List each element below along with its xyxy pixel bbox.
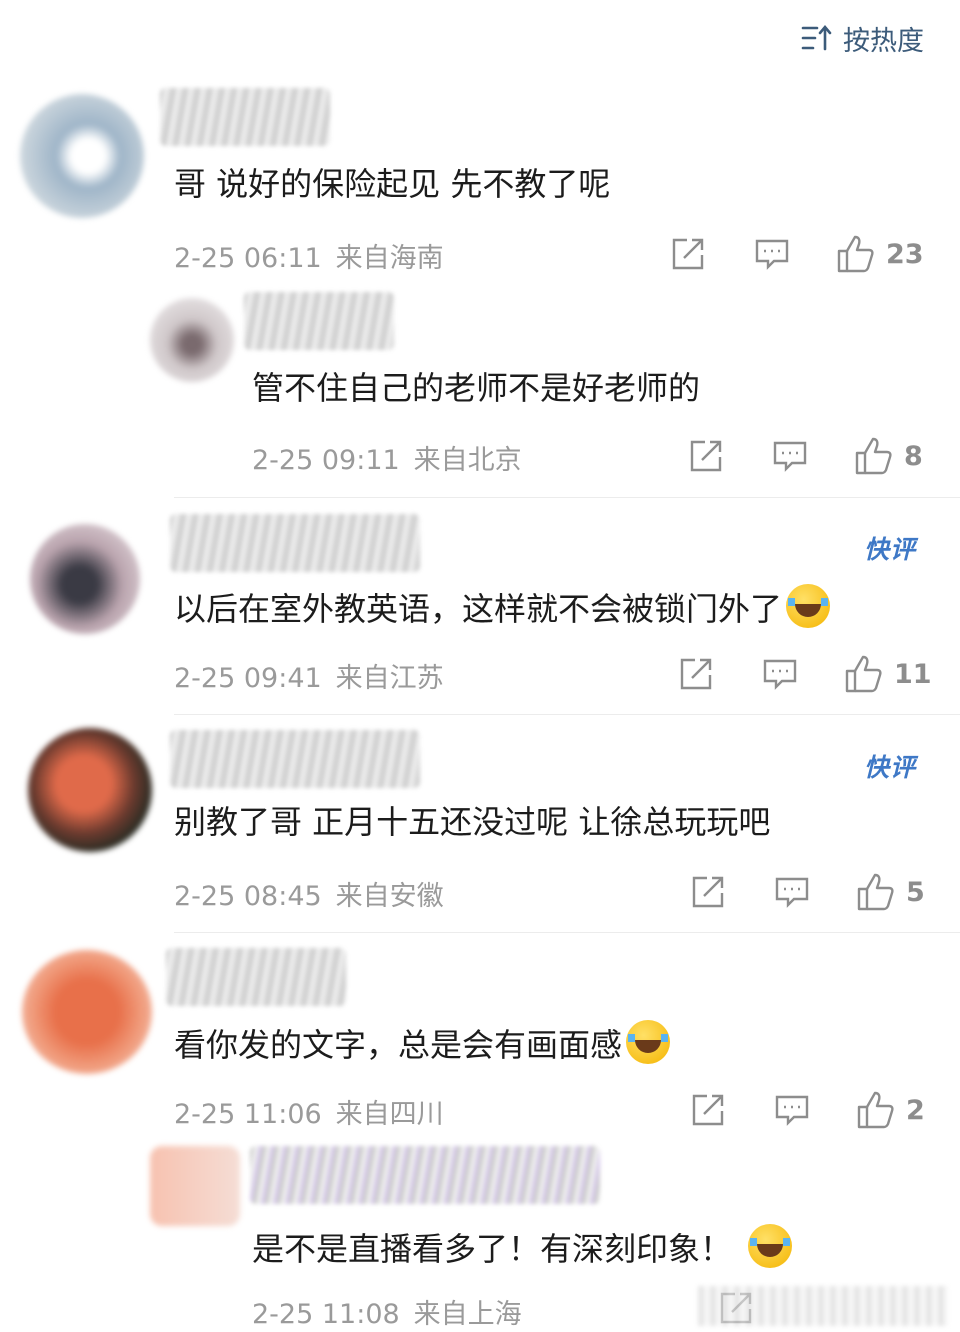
- sort-by-hot-button[interactable]: 按热度: [801, 18, 924, 58]
- like-icon: [836, 234, 876, 274]
- comment-time: 2-25 08:45: [174, 881, 322, 912]
- sort-icon: [801, 24, 833, 52]
- comment-text: 别教了哥 正月十五还没过呢 让徐总玩玩吧: [174, 803, 771, 841]
- username-redacted[interactable]: [160, 88, 330, 146]
- like-count: 11: [894, 658, 932, 690]
- comment-item: 管不住自己的老师不是好老师的 2-25 09:11 来自北京 8: [0, 288, 960, 494]
- comment-time: 2-25 11:06: [174, 1099, 322, 1130]
- comment-item: 看你发的文字，总是会有画面感 2-25 11:06 来自四川 2: [0, 936, 960, 1136]
- comment-text: 管不住自己的老师不是好老师的: [252, 369, 701, 407]
- comment-location: 来自上海: [413, 1299, 522, 1330]
- quick-review-badge: 快评: [864, 753, 917, 782]
- share-icon[interactable]: [678, 656, 714, 692]
- comment-location: 来自安徽: [335, 881, 444, 912]
- like-count: 5: [906, 876, 925, 908]
- comment-meta: 2-25 09:41 来自江苏: [174, 656, 444, 695]
- share-icon[interactable]: [690, 874, 726, 910]
- like-button[interactable]: 8: [854, 436, 923, 476]
- comment-item: 哥 说好的保险起见 先不教了呢 2-25 06:11 来自海南 23: [0, 80, 960, 280]
- reply-icon[interactable]: [754, 237, 790, 271]
- reply-icon[interactable]: [772, 439, 808, 473]
- like-icon: [844, 654, 884, 694]
- like-button[interactable]: 23: [836, 234, 924, 274]
- comment-meta: 2-25 09:11 来自北京: [252, 438, 522, 477]
- redacted-overlay: [698, 1286, 948, 1326]
- comment-meta: 2-25 06:11 来自海南: [174, 236, 444, 275]
- avatar[interactable]: [28, 728, 152, 852]
- comment-location: 来自四川: [335, 1099, 444, 1130]
- share-icon[interactable]: [688, 438, 724, 474]
- like-button[interactable]: 11: [844, 654, 932, 694]
- comment-actions: 23: [670, 234, 924, 274]
- like-count: 2: [906, 1094, 925, 1126]
- like-count: 8: [904, 440, 923, 472]
- comment-actions: 11: [678, 654, 932, 694]
- quick-review-badge: 快评: [864, 535, 917, 564]
- comment-time: 2-25 06:11: [174, 243, 322, 274]
- reply-icon[interactable]: [774, 875, 810, 909]
- username-redacted[interactable]: [170, 730, 420, 788]
- comment-item: 快评 别教了哥 正月十五还没过呢 让徐总玩玩吧 2-25 08:45 来自安徽 5: [0, 718, 960, 930]
- comment-time: 2-25 09:41: [174, 663, 322, 694]
- username-redacted[interactable]: [250, 1146, 600, 1204]
- divider: [174, 714, 960, 715]
- like-icon: [856, 872, 896, 912]
- comment-location: 来自北京: [413, 445, 522, 476]
- comment-meta: 2-25 11:06 来自四川: [174, 1092, 444, 1131]
- share-icon[interactable]: [670, 236, 706, 272]
- comment-text: 哥 说好的保险起见 先不教了呢: [174, 165, 611, 203]
- comment-actions: 8: [688, 436, 923, 476]
- reply-icon[interactable]: [762, 657, 798, 691]
- comment-meta: 2-25 08:45 来自安徽: [174, 874, 444, 913]
- avatar[interactable]: [30, 524, 140, 634]
- divider: [174, 932, 960, 933]
- like-icon: [854, 436, 894, 476]
- comment-actions: 2: [690, 1090, 925, 1130]
- laugh-cry-emoji-icon: [626, 1020, 671, 1064]
- divider: [174, 497, 960, 498]
- comment-item: 是不是直播看多了！有深刻印象！ 2-25 11:08 来自上海: [0, 1140, 960, 1332]
- laugh-cry-emoji-icon: [786, 584, 831, 628]
- avatar[interactable]: [22, 950, 152, 1074]
- like-count: 23: [886, 238, 924, 270]
- comment-time: 2-25 09:11: [252, 445, 400, 476]
- avatar[interactable]: [150, 1146, 240, 1226]
- share-icon[interactable]: [690, 1092, 726, 1128]
- username-redacted[interactable]: [244, 292, 394, 350]
- username-redacted[interactable]: [166, 948, 346, 1006]
- laugh-cry-emoji-icon: [748, 1224, 793, 1268]
- like-icon: [856, 1090, 896, 1130]
- like-button[interactable]: 5: [856, 872, 925, 912]
- like-button[interactable]: 2: [856, 1090, 925, 1130]
- comment-text: 是不是直播看多了！有深刻印象！: [252, 1224, 793, 1269]
- avatar[interactable]: [150, 298, 234, 382]
- comment-text: 看你发的文字，总是会有画面感: [174, 1020, 671, 1065]
- comment-meta: 2-25 11:08 来自上海: [252, 1292, 522, 1331]
- comment-location: 来自江苏: [335, 663, 444, 694]
- comment-item: 快评 以后在室外教英语，这样就不会被锁门外了 2-25 09:41 来自江苏 11: [0, 500, 960, 712]
- comment-actions: 5: [690, 872, 925, 912]
- comment-location: 来自海南: [335, 243, 444, 274]
- sort-label: 按热度: [843, 25, 924, 57]
- avatar[interactable]: [20, 94, 144, 218]
- comment-text: 以后在室外教英语，这样就不会被锁门外了: [174, 584, 831, 629]
- username-redacted[interactable]: [170, 514, 420, 572]
- comment-time: 2-25 11:08: [252, 1299, 400, 1330]
- reply-icon[interactable]: [774, 1093, 810, 1127]
